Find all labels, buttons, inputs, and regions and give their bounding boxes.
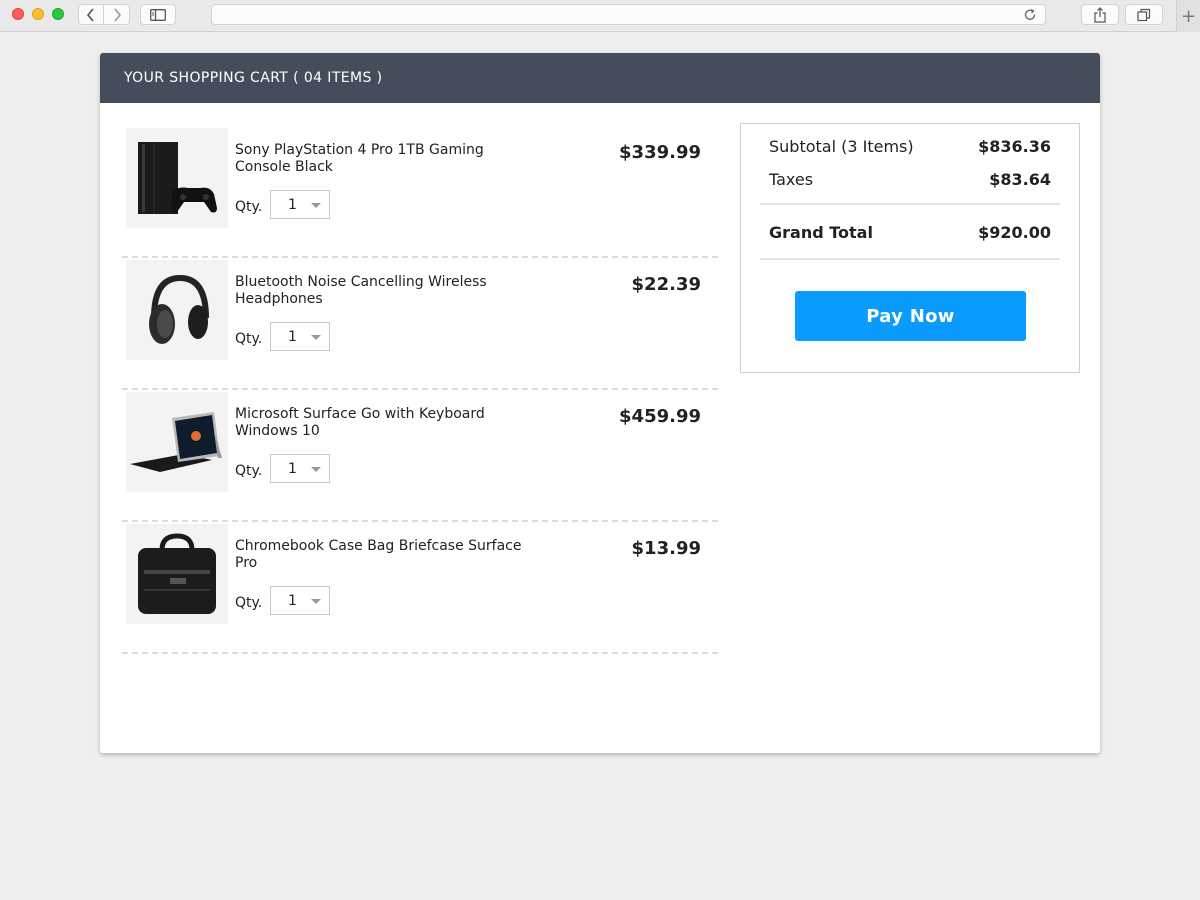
item-price: $13.99: [631, 538, 701, 559]
forward-button[interactable]: [104, 4, 130, 25]
reload-icon[interactable]: [1023, 8, 1037, 22]
shopping-cart-panel: YOUR SHOPPING CART ( 04 ITEMS ) Sony Pla…: [100, 53, 1100, 753]
share-icon: [1094, 6, 1106, 23]
grand-total-value: $920.00: [978, 223, 1051, 242]
share-button[interactable]: [1081, 4, 1119, 25]
caret-down-icon: [311, 467, 321, 472]
briefcase-icon: [138, 533, 216, 614]
quantity-select[interactable]: 1: [270, 586, 330, 615]
item-price: $22.39: [631, 274, 701, 295]
quantity-select[interactable]: 1: [270, 190, 330, 219]
sidebar-icon: [150, 8, 166, 21]
subtotal-label: Subtotal (3 Items): [769, 137, 914, 156]
game-console-icon: [138, 142, 217, 214]
headphones-icon: [149, 274, 209, 344]
browser-toolbar: +: [0, 0, 1200, 32]
subtotal-row: Subtotal (3 Items) $836.36: [769, 137, 1051, 156]
qty-label: Qty.: [235, 199, 263, 215]
show-tabs-button[interactable]: [1125, 4, 1163, 25]
subtotal-value: $836.36: [978, 137, 1051, 156]
quantity-select[interactable]: 1: [270, 322, 330, 351]
taxes-label: Taxes: [769, 170, 814, 189]
quantity-value: 1: [288, 461, 297, 477]
qty-label: Qty.: [235, 463, 263, 479]
qty-label: Qty.: [235, 331, 263, 347]
quantity-value: 1: [288, 329, 297, 345]
product-image: [126, 128, 228, 228]
chevron-left-icon: [86, 7, 94, 22]
minimize-window-button[interactable]: [32, 8, 44, 20]
sidebar-toggle-button[interactable]: [140, 4, 176, 25]
item-name[interactable]: Bluetooth Noise Cancelling Wireless Head…: [235, 274, 525, 308]
address-bar[interactable]: [211, 4, 1046, 25]
summary-divider: [760, 258, 1060, 260]
qty-label: Qty.: [235, 595, 263, 611]
quantity-value: 1: [288, 593, 297, 609]
new-tab-button[interactable]: +: [1176, 0, 1200, 32]
pay-now-button[interactable]: Pay Now: [795, 291, 1026, 341]
taxes-row: Taxes $83.64: [769, 170, 1051, 189]
product-image: [126, 524, 228, 624]
tabs-icon: [1137, 8, 1151, 21]
cart-item: Bluetooth Noise Cancelling Wireless Head…: [122, 258, 718, 390]
cart-item: Microsoft Surface Go with Keyboard Windo…: [122, 390, 718, 522]
zoom-window-button[interactable]: [52, 8, 64, 20]
item-name[interactable]: Chromebook Case Bag Briefcase Surface Pr…: [235, 538, 525, 572]
item-name[interactable]: Microsoft Surface Go with Keyboard Windo…: [235, 406, 525, 440]
cart-item: Chromebook Case Bag Briefcase Surface Pr…: [122, 522, 718, 654]
tablet-icon: [130, 412, 222, 472]
item-price: $459.99: [619, 406, 701, 427]
cart-item: Sony PlayStation 4 Pro 1TB Gaming Consol…: [122, 126, 718, 258]
chevron-right-icon: [113, 7, 121, 22]
item-name[interactable]: Sony PlayStation 4 Pro 1TB Gaming Consol…: [235, 142, 525, 176]
grand-total-row: Grand Total $920.00: [769, 223, 1051, 242]
grand-total-label: Grand Total: [769, 223, 873, 242]
taxes-value: $83.64: [989, 170, 1051, 189]
quantity-select[interactable]: 1: [270, 454, 330, 483]
quantity-value: 1: [288, 197, 297, 213]
cart-header: YOUR SHOPPING CART ( 04 ITEMS ): [100, 53, 1100, 103]
caret-down-icon: [311, 335, 321, 340]
close-window-button[interactable]: [12, 8, 24, 20]
caret-down-icon: [311, 203, 321, 208]
product-image: [126, 260, 228, 360]
cart-items-list: Sony PlayStation 4 Pro 1TB Gaming Consol…: [122, 126, 718, 654]
caret-down-icon: [311, 599, 321, 604]
back-button[interactable]: [78, 4, 104, 25]
order-summary: Subtotal (3 Items) $836.36 Taxes $83.64 …: [740, 123, 1080, 373]
summary-divider: [760, 203, 1060, 205]
product-image: [126, 392, 228, 492]
item-price: $339.99: [619, 142, 701, 163]
